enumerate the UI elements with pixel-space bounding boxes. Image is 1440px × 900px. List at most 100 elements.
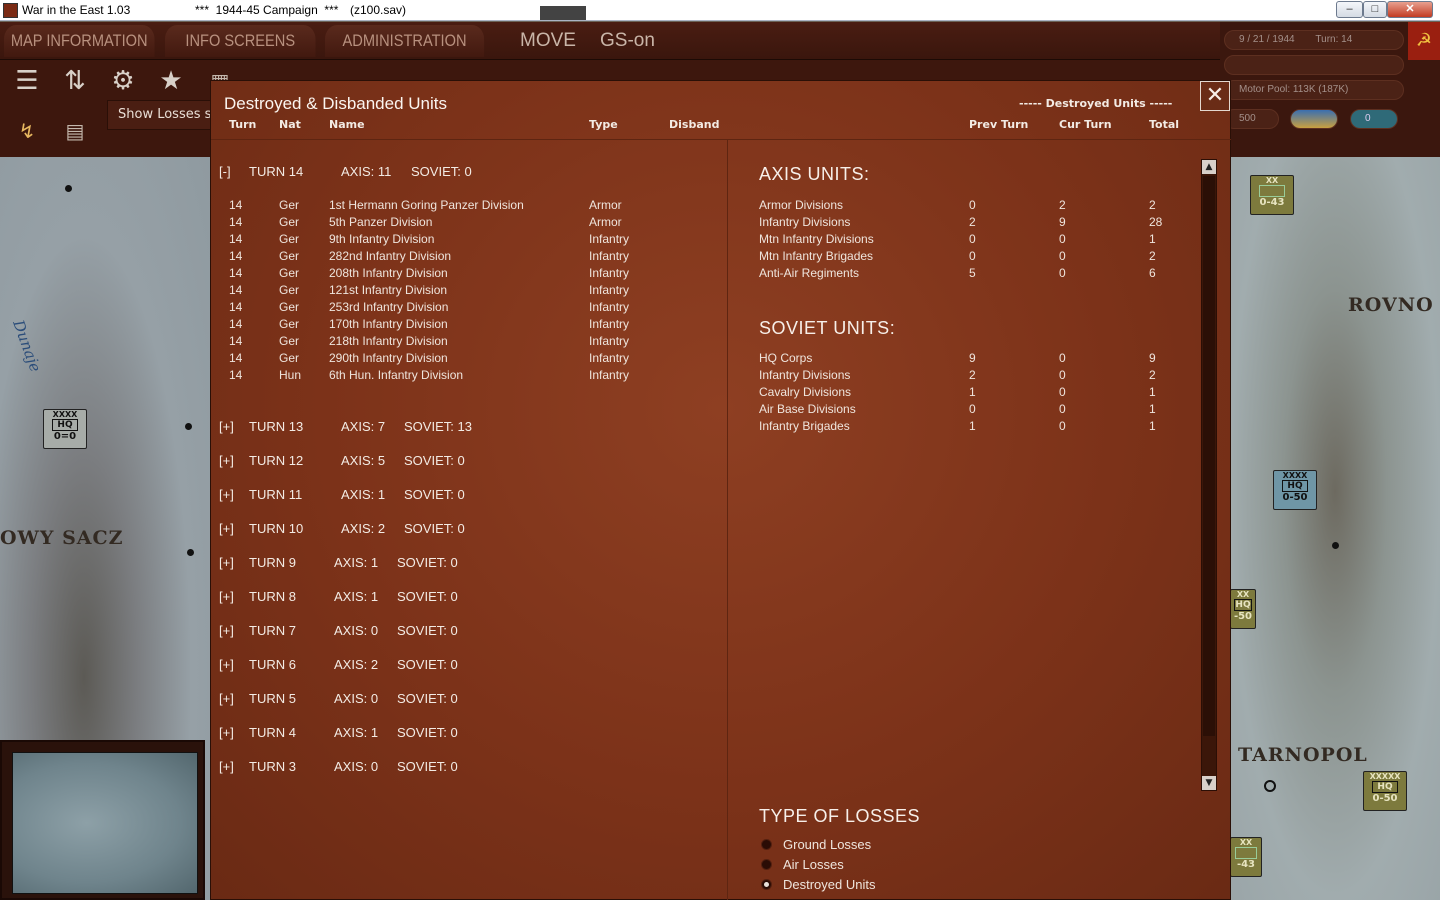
unit-counter[interactable]: XXXX HQ 0=0 [43, 409, 87, 449]
table-row[interactable]: 14 Ger 121st Infantry Division Infantry [211, 283, 726, 300]
expand-toggle[interactable]: [+] [219, 759, 234, 774]
col-name[interactable]: Name [329, 118, 365, 131]
loss-type-option[interactable]: Air Losses [761, 857, 961, 873]
turn-group-collapsed[interactable]: [+] TURN 10 AXIS: 2 SOVIET: 0 [219, 521, 699, 537]
unit-name: 170th Infantry Division [329, 317, 448, 331]
soviet-count: SOVIET: 0 [397, 759, 458, 774]
expand-toggle[interactable]: [+] [219, 623, 234, 638]
date-turn-pill: 9 / 21 / 1944 Turn: 14 [1224, 30, 1404, 50]
stack-icon[interactable]: ☰ [7, 62, 47, 100]
radio-button[interactable] [761, 839, 772, 850]
table-row[interactable]: 14 Ger 208th Infantry Division Infantry [211, 266, 726, 283]
col-prev-turn[interactable]: Prev Turn [969, 118, 1028, 131]
scroll-down-icon[interactable]: ▼ [1202, 776, 1216, 790]
dialog-close-button[interactable]: ✕ [1200, 81, 1230, 111]
table-row[interactable]: 14 Ger 1st Hermann Goring Panzer Division A… [211, 198, 726, 215]
air-icon[interactable] [1290, 109, 1338, 129]
expand-toggle[interactable]: [+] [219, 725, 234, 740]
axis-count: AXIS: 1 [334, 555, 379, 570]
radio-label: Destroyed Units [783, 877, 876, 892]
turn-group-collapsed[interactable]: [+] TURN 7 AXIS: 0 SOVIET: 0 [219, 623, 699, 639]
axis-count: AXIS: 7 [341, 419, 386, 434]
turn-group-collapsed[interactable]: [+] TURN 11 AXIS: 1 SOVIET: 0 [219, 487, 699, 503]
radio-button[interactable] [761, 859, 772, 870]
table-row[interactable]: 14 Ger 282nd Infantry Division Infantry [211, 249, 726, 266]
soviet-count: SOVIET: 0 [397, 657, 458, 672]
col-disband[interactable]: Disband [669, 118, 719, 131]
minimize-button[interactable]: – [1336, 1, 1363, 18]
mode-move[interactable]: MOVE [520, 30, 576, 52]
expand-toggle[interactable]: [+] [219, 453, 234, 468]
table-row[interactable]: 14 Ger 218th Infantry Division Infantry [211, 334, 726, 351]
expand-toggle[interactable]: [+] [219, 691, 234, 706]
loss-type-option[interactable]: Ground Losses [761, 837, 961, 853]
col-cur-turn[interactable]: Cur Turn [1059, 118, 1112, 131]
expand-toggle[interactable]: [+] [219, 589, 234, 604]
scroll-thumb[interactable] [1203, 176, 1215, 736]
expand-toggle[interactable]: [+] [219, 521, 234, 536]
stat-cur: 9 [1059, 215, 1066, 229]
table-row[interactable]: 14 Ger 5th Panzer Division Armor [211, 215, 726, 232]
maximize-button[interactable]: □ [1363, 1, 1387, 18]
turn-group-collapsed[interactable]: [+] TURN 8 AXIS: 1 SOVIET: 0 [219, 589, 699, 605]
map-right-area[interactable]: ROVNO TARNOPOL XX 0-43 XXXX HQ 0-50 XX H… [1230, 157, 1440, 900]
expand-toggle[interactable]: [+] [219, 419, 234, 434]
loss-type-option[interactable]: Destroyed Units [761, 877, 961, 893]
turn-group-collapsed[interactable]: [+] TURN 5 AXIS: 0 SOVIET: 0 [219, 691, 699, 707]
expand-toggle[interactable]: [+] [219, 657, 234, 672]
gear-icon[interactable]: ⚙ [103, 62, 143, 100]
tab-administration[interactable]: ADMINISTRATION [325, 25, 485, 57]
turn-group-collapsed[interactable]: [+] TURN 3 AXIS: 0 SOVIET: 0 [219, 759, 699, 775]
gs-toggle[interactable]: GS-on [600, 30, 655, 52]
scrollbar[interactable]: ▲ ▼ [1201, 159, 1217, 791]
unit-counter[interactable]: XXXX HQ 0-50 [1273, 470, 1317, 510]
col-turn[interactable]: Turn [229, 118, 256, 131]
unit-name: 6th Hun. Infantry Division [329, 368, 464, 382]
turn-group-collapsed[interactable]: [+] TURN 13 AXIS: 7 SOVIET: 13 [219, 419, 699, 435]
stat-name: HQ Corps [759, 351, 813, 365]
col-type[interactable]: Type [589, 118, 618, 131]
stat-total: 1 [1149, 419, 1156, 433]
table-row[interactable]: 14 Ger 253rd Infantry Division Infantry [211, 300, 726, 317]
table-row[interactable]: 14 Hun 6th Hun. Infantry Division Infantry [211, 368, 726, 385]
sliders-icon[interactable]: ⇅ [55, 62, 95, 100]
window-close-button[interactable]: ✕ [1387, 1, 1433, 18]
table-row[interactable]: 14 Ger 290th Infantry Division Infantry [211, 351, 726, 368]
value-pill-b[interactable]: 0 [1350, 109, 1398, 129]
mode-label: ----- Destroyed Units ----- [1019, 97, 1173, 110]
unit-counter[interactable]: XXXXX HQ 0-50 [1363, 771, 1407, 811]
tab-map-information[interactable]: MAP INFORMATION [4, 25, 155, 57]
turn-group-collapsed[interactable]: [+] TURN 9 AXIS: 1 SOVIET: 0 [219, 555, 699, 571]
radio-button[interactable] [761, 879, 772, 890]
expand-toggle[interactable]: [+] [219, 487, 234, 502]
col-total[interactable]: Total [1149, 118, 1179, 131]
stat-row: Infantry Divisions 2 9 28 [759, 215, 1189, 232]
minimap-view[interactable] [12, 752, 198, 894]
unit-counter[interactable]: XX HQ -50 [1230, 589, 1256, 629]
counter-strength: -43 [1236, 859, 1256, 870]
counter-size: XXXXX [1369, 772, 1401, 781]
unit-type: Infantry [589, 283, 630, 297]
bridge-icon[interactable]: ▤ [55, 112, 95, 150]
minimap[interactable] [0, 740, 205, 900]
collapse-toggle[interactable]: [-] [219, 164, 231, 179]
turn-group-collapsed[interactable]: [+] TURN 4 AXIS: 1 SOVIET: 0 [219, 725, 699, 741]
table-row[interactable]: 14 Ger 170th Infantry Division Infantry [211, 317, 726, 334]
scroll-up-icon[interactable]: ▲ [1202, 160, 1216, 174]
rail-icon[interactable]: ↯ [7, 112, 47, 150]
col-nat[interactable]: Nat [279, 118, 301, 131]
turn-group-collapsed[interactable]: [+] TURN 12 AXIS: 5 SOVIET: 0 [219, 453, 699, 469]
star-icon[interactable]: ★ [151, 62, 191, 100]
stat-total: 1 [1149, 402, 1156, 416]
turn-group-collapsed[interactable]: [+] TURN 6 AXIS: 2 SOVIET: 0 [219, 657, 699, 673]
unit-counter[interactable]: XX 0-43 [1250, 175, 1294, 215]
expand-toggle[interactable]: [+] [219, 555, 234, 570]
table-row[interactable]: 14 Ger 9th Infantry Division Infantry [211, 232, 726, 249]
stat-row: Anti-Air Regiments 5 0 6 [759, 266, 1189, 283]
tab-info-screens[interactable]: INFO SCREENS [165, 25, 316, 57]
unit-counter[interactable]: XX -43 [1230, 837, 1262, 877]
stat-cur: 0 [1059, 402, 1066, 416]
soviet-flag-icon: ☭ [1408, 22, 1440, 60]
axis-count: AXIS: 2 [341, 521, 386, 536]
tooltip: Show Losses s [107, 100, 217, 130]
